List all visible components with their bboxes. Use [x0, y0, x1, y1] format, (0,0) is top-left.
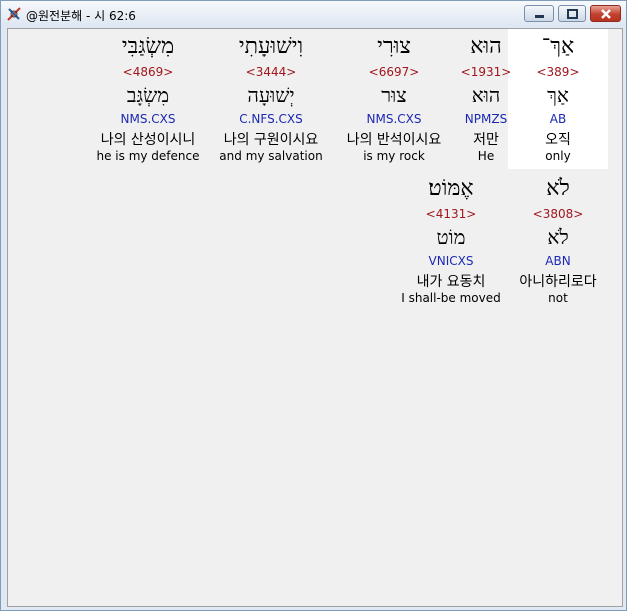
english-gloss: is my rock: [363, 149, 425, 163]
english-gloss: and my salvation: [219, 149, 323, 163]
window-title: @원전분해 - 시 62:6: [26, 9, 136, 23]
hebrew-word: מִשְׂגַּבִּי: [121, 34, 175, 59]
morphology-code: VNICXS: [428, 254, 474, 268]
hebrew-lemma: יְשׁוּעָה: [247, 83, 295, 107]
minimize-button[interactable]: [524, 5, 554, 22]
title-bar[interactable]: @원전분해 - 시 62:6: [1, 1, 626, 27]
morphology-code: NMS.CXS: [120, 112, 176, 126]
english-gloss: not: [548, 291, 568, 305]
word-block[interactable]: צוּרִי <6697> צוּר NMS.CXS 나의 반석이시요 is m…: [334, 29, 454, 169]
close-button[interactable]: [590, 5, 621, 22]
hebrew-lemma: מִשְׂגָּב: [126, 83, 170, 107]
korean-gloss: 나의 구원이시요: [223, 132, 319, 148]
korean-gloss: 아니하리로다: [519, 274, 597, 290]
morphology-code: C.NFS.CXS: [239, 112, 303, 126]
hebrew-word: אֶמּוֹט׃: [428, 176, 474, 201]
hebrew-word: לֹא: [546, 176, 570, 201]
app-icon: [6, 6, 22, 22]
word-block[interactable]: מִשְׂגַּבִּי <4869> מִשְׂגָּב NMS.CXS 나의…: [88, 29, 208, 169]
word-block[interactable]: וִישׁוּעָתִי <3444> יְשׁוּעָה C.NFS.CXS …: [211, 29, 331, 169]
hebrew-word: וִישׁוּעָתִי: [238, 34, 304, 59]
strong-number[interactable]: <3444>: [211, 65, 331, 79]
korean-gloss: 나의 산성이시니: [100, 132, 196, 148]
strong-number[interactable]: <4869>: [88, 65, 208, 79]
korean-gloss: 나의 반석이시요: [346, 132, 442, 148]
hebrew-lemma: מוֹט: [436, 225, 466, 249]
english-gloss: he is my defence: [96, 149, 200, 163]
hebrew-lemma: לֹא: [547, 225, 569, 249]
app-window: @원전분해 - 시 62:6 אַךְ־ <389> אַךְ AB 오직 on…: [0, 0, 627, 611]
english-gloss: I shall-be moved: [401, 291, 501, 305]
strong-number[interactable]: <3808>: [508, 207, 608, 221]
hebrew-lemma: צוּר: [381, 83, 407, 107]
korean-gloss: 내가 요동치: [416, 274, 486, 290]
maximize-button[interactable]: [558, 5, 586, 22]
strong-number[interactable]: <4131>: [401, 207, 501, 221]
word-block[interactable]: אֶמּוֹט׃ <4131> מוֹט VNICXS 내가 요동치 I sha…: [401, 171, 501, 311]
word-block[interactable]: לֹא <3808> לֹא ABN 아니하리로다 not: [508, 171, 608, 311]
interlinear-panel: אַךְ־ <389> אַךְ AB 오직 only הוּא <1931> …: [7, 28, 623, 607]
hebrew-word: צוּרִי: [377, 34, 411, 59]
strong-number[interactable]: <6697>: [334, 65, 454, 79]
morphology-code: ABN: [545, 254, 571, 268]
morphology-code: NMS.CXS: [366, 112, 422, 126]
